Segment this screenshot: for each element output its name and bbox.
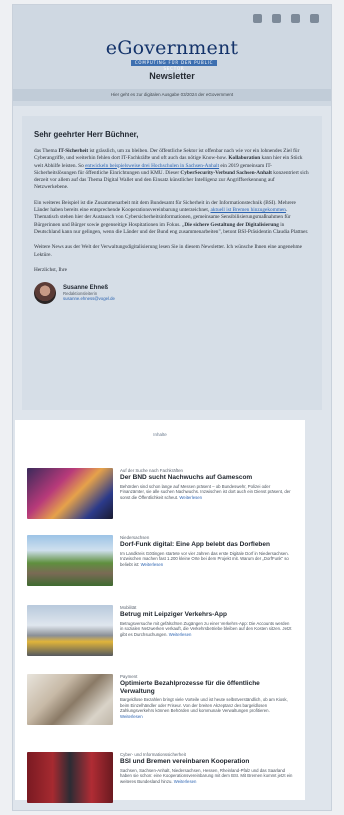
read-more-link[interactable]: Weiterlesen bbox=[174, 779, 197, 784]
article-kicker: Mobilität bbox=[120, 605, 137, 610]
articles-label: Inhalte bbox=[153, 432, 167, 437]
paragraph-3: Weitere News aus der Welt der Verwaltung… bbox=[34, 244, 302, 258]
social-icons bbox=[253, 14, 319, 23]
greeting: Sehr geehrter Herr Büchner, bbox=[34, 130, 139, 139]
paragraph-2: Ein weiteres Beispiel ist die Zusammenar… bbox=[34, 199, 309, 235]
article-title[interactable]: Optimierte Bezahlprozesse für die öffent… bbox=[120, 680, 293, 695]
send-icon[interactable] bbox=[291, 14, 300, 23]
article-title[interactable]: Dorf-Funk digital: Eine App belebt das D… bbox=[120, 541, 293, 549]
read-more-link[interactable]: Weiterlesen bbox=[179, 495, 202, 500]
article-thumbnail[interactable] bbox=[27, 674, 113, 725]
article-thumbnail[interactable] bbox=[27, 468, 113, 519]
article-teaser: Bargeldlose Bezahlen bringt viele Vortei… bbox=[120, 697, 288, 719]
egovernment-logo[interactable]: eGovernment bbox=[13, 37, 331, 59]
article-kicker: Cyber- und Informationssicherheit bbox=[120, 752, 186, 757]
gear-icon[interactable] bbox=[253, 14, 262, 23]
closing: Herzlichst, Ihre bbox=[34, 266, 67, 273]
issue-link-bar[interactable]: Hier geht es zur digitalen Ausgabe 03/20… bbox=[13, 89, 331, 101]
article-item[interactable]: Payment Optimierte Bezahlprozesse für di… bbox=[27, 674, 293, 725]
article-title[interactable]: BSI und Bremen vereinbaren Kooperation bbox=[120, 758, 293, 766]
read-more-link[interactable]: Weiterlesen bbox=[169, 632, 192, 637]
article-thumbnail[interactable] bbox=[27, 752, 113, 803]
article-teaser: Behörden sind schon lange auf Messen prä… bbox=[120, 483, 291, 500]
logo-tagline: COMPUTING FÜR DEN PUBLIC SECTOR bbox=[131, 60, 217, 71]
article-kicker: Payment bbox=[120, 674, 138, 679]
article-teaser: Im Landkreis Göttingen startete vor vier… bbox=[120, 550, 289, 567]
bremen-link[interactable]: aktuell ist Bremen hinzugekommen bbox=[210, 207, 285, 213]
grid-icon[interactable] bbox=[310, 14, 319, 23]
article-item[interactable]: Mobilität Betrug mit Leipziger Verkehrs-… bbox=[27, 605, 293, 656]
paragraph-1: das Thema IT-Sicherheit ist grässlich, u… bbox=[34, 148, 309, 191]
articles-section: Inhalte Auf der Suche nach Fachkräften D… bbox=[15, 420, 305, 803]
signature: Susanne Ehneß Redaktionsleiterin susanne… bbox=[34, 282, 310, 305]
avatar bbox=[34, 282, 56, 305]
article-thumbnail[interactable] bbox=[27, 535, 113, 586]
article-kicker: Niedersachsen bbox=[120, 535, 150, 540]
article-thumbnail[interactable] bbox=[27, 605, 113, 656]
article-kicker: Auf der Suche nach Fachkräften bbox=[120, 468, 183, 473]
read-more-link[interactable]: Weiterlesen bbox=[141, 562, 164, 567]
article-teaser: Sachsen, Sachsen-Anhalt, Niedersachsen, … bbox=[120, 767, 293, 784]
editorial-letter: Sehr geehrter Herr Büchner, das Thema IT… bbox=[22, 116, 322, 410]
newsletter-header: eGovernment COMPUTING FÜR DEN PUBLIC SEC… bbox=[13, 5, 331, 106]
article-item[interactable]: Cyber- und Informationssicherheit BSI un… bbox=[27, 752, 293, 803]
article-teaser: Betrugsversuche mit gefälschten Zugängen… bbox=[120, 620, 292, 637]
article-item[interactable]: Niedersachsen Dorf-Funk digital: Eine Ap… bbox=[27, 535, 293, 586]
signature-email[interactable]: susanne.ehness@vogel.de bbox=[63, 296, 115, 301]
article-title[interactable]: Der BND sucht Nachwuchs auf Gamescom bbox=[120, 474, 293, 482]
hochschulen-link[interactable]: entwickeln beispielsweise drei Hochschul… bbox=[85, 163, 219, 169]
newsletter-title: Newsletter bbox=[149, 71, 195, 81]
article-title[interactable]: Betrug mit Leipziger Verkehrs-App bbox=[120, 611, 293, 619]
article-item[interactable]: Auf der Suche nach Fachkräften Der BND s… bbox=[27, 468, 293, 519]
read-more-link[interactable]: Weiterlesen bbox=[120, 714, 143, 719]
x-icon[interactable] bbox=[272, 14, 281, 23]
